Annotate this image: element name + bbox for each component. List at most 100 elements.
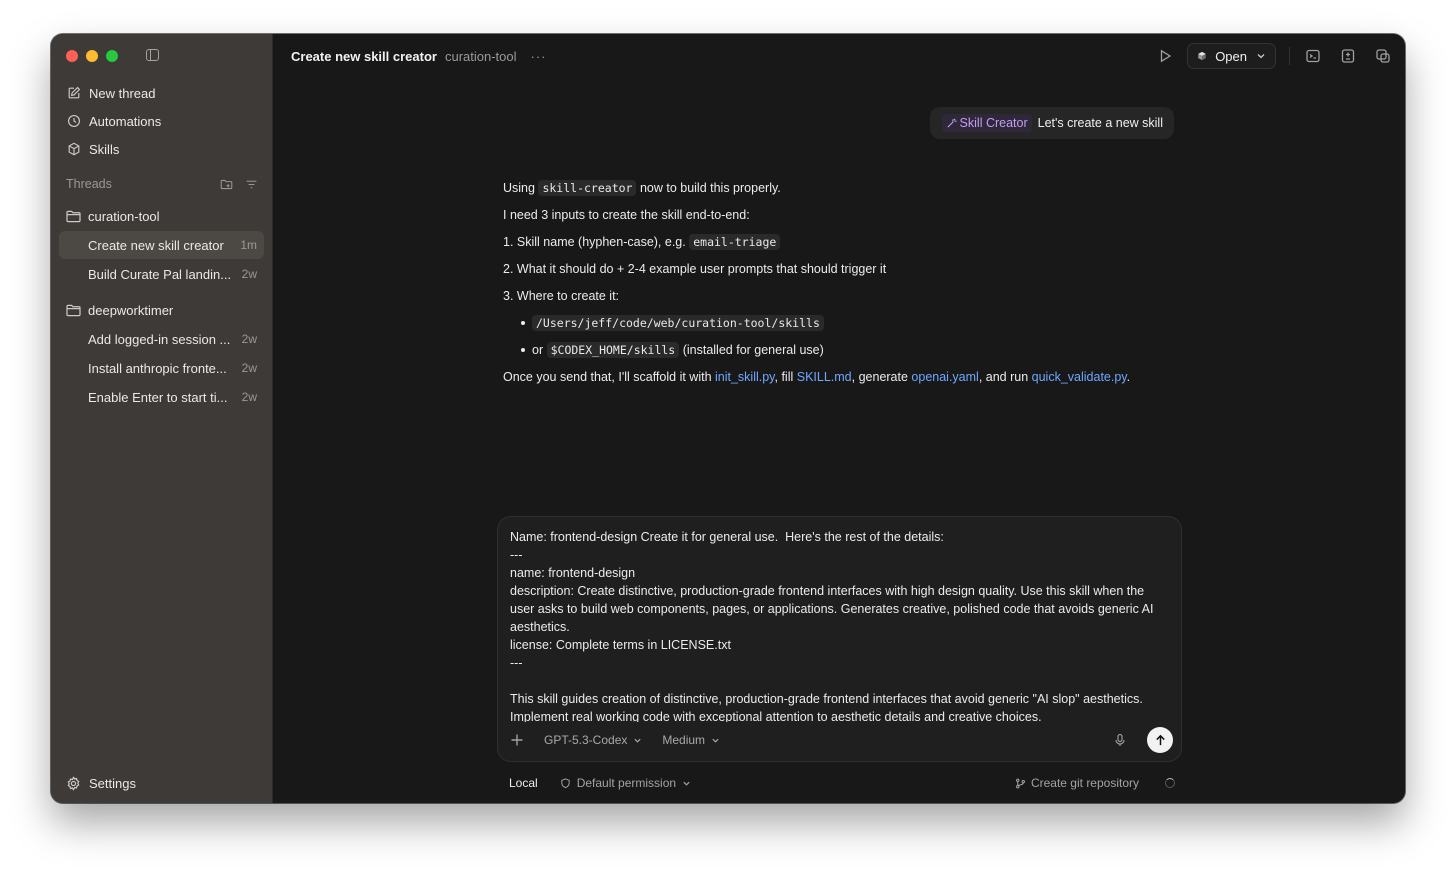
- terminal-button[interactable]: [1305, 48, 1321, 64]
- user-message-text: Let's create a new skill: [1037, 116, 1163, 130]
- effort-selector[interactable]: Medium: [662, 733, 720, 747]
- sidebar-toggle-icon[interactable]: [146, 49, 159, 61]
- new-folder-icon[interactable]: [220, 178, 233, 191]
- thread-title: Install anthropic fronte...: [88, 360, 227, 376]
- list-item: 3. Where to create it: /Users/jeff/code/…: [503, 287, 1183, 359]
- thread-title-header: Create new skill creator: [291, 48, 437, 64]
- inline-code: skill-creator: [538, 180, 637, 196]
- chevron-down-icon: [1257, 54, 1265, 59]
- user-message: Skill Creator Let's create a new skill: [929, 107, 1174, 139]
- plus-icon[interactable]: [510, 733, 524, 747]
- thread-item[interactable]: Enable Enter to start ti... 2w: [59, 383, 264, 411]
- app-window: New thread Automations Skills Threads cu…: [51, 34, 1405, 803]
- bullet-item: or $CODEX_HOME/skills (installed for gen…: [521, 341, 1183, 359]
- assistant-paragraph: I need 3 inputs to create the skill end-…: [503, 208, 750, 222]
- file-link[interactable]: SKILL.md: [797, 370, 852, 384]
- list-item: 1. Skill name (hyphen-case), e.g. email-…: [503, 233, 1183, 251]
- settings-label: Settings: [89, 776, 136, 791]
- new-thread-button[interactable]: New thread: [59, 79, 264, 107]
- app-cube-icon: [1198, 51, 1206, 61]
- filter-icon[interactable]: [245, 178, 258, 191]
- settings-button[interactable]: Settings: [66, 776, 136, 791]
- threads-heading: Threads: [66, 177, 112, 191]
- model-label: GPT-5.3-Codex: [544, 733, 628, 747]
- text-span: Using: [503, 181, 535, 195]
- toolbar-divider: [1289, 47, 1290, 65]
- file-link[interactable]: quick_validate.py: [1032, 370, 1127, 384]
- edit-icon: [68, 86, 81, 99]
- terminal-icon: [1306, 49, 1320, 63]
- copy-button[interactable]: [1375, 48, 1391, 64]
- threads-section-header: Threads: [66, 177, 258, 191]
- text-span: 1. Skill name (hyphen-case), e.g.: [503, 235, 686, 249]
- thread-title: Add logged-in session ...: [88, 331, 231, 347]
- folder-label: curation-tool: [88, 208, 160, 224]
- thread-item[interactable]: Add logged-in session ... 2w: [59, 325, 264, 353]
- text-span: , and run: [978, 370, 1029, 384]
- run-button[interactable]: [1157, 48, 1173, 64]
- location-list: /Users/jeff/code/web/curation-tool/skill…: [521, 314, 1183, 359]
- model-selector[interactable]: GPT-5.3-Codex: [544, 733, 642, 747]
- sidebar: New thread Automations Skills Threads cu…: [51, 34, 273, 803]
- more-options-button[interactable]: ···: [531, 49, 547, 64]
- close-window-button[interactable]: [66, 50, 78, 62]
- folder-deepworktimer[interactable]: deepworktimer: [59, 296, 264, 324]
- copy-icon: [1376, 49, 1390, 63]
- microphone-icon[interactable]: [1113, 733, 1127, 747]
- thread-title: Create new skill creator: [88, 237, 224, 253]
- loading-spinner-icon: [1165, 778, 1175, 788]
- wand-icon: [946, 118, 957, 128]
- new-thread-label: New thread: [89, 85, 156, 101]
- thread-tree: curation-tool Create new skill creator 1…: [59, 202, 264, 411]
- automations-button[interactable]: Automations: [59, 107, 264, 135]
- inline-code: $CODEX_HOME/skills: [546, 342, 680, 358]
- text-span: 3. Where to create it:: [503, 289, 620, 303]
- text-span: now to build this properly.: [639, 181, 781, 195]
- clock-icon: [68, 115, 80, 127]
- diff-button[interactable]: [1340, 48, 1356, 64]
- folder-icon: [66, 304, 81, 316]
- composer-toolbar: GPT-5.3-Codex Medium: [510, 727, 1173, 753]
- open-button[interactable]: Open: [1187, 43, 1276, 69]
- gear-icon: [67, 776, 80, 791]
- cube-icon: [68, 142, 80, 156]
- main-panel: Create new skill creator curation-tool ·…: [273, 34, 1405, 803]
- text-span: , fill: [774, 370, 794, 384]
- skill-chip[interactable]: Skill Creator: [941, 114, 1032, 132]
- chevron-down-icon: [634, 738, 641, 743]
- thread-item[interactable]: Build Curate Pal landin... 2w: [59, 260, 264, 288]
- file-link[interactable]: openai.yaml: [911, 370, 978, 384]
- inline-code: /Users/jeff/code/web/curation-tool/skill…: [532, 315, 824, 331]
- composer-input[interactable]: Name: frontend-design Create it for gene…: [510, 528, 1167, 722]
- minimize-window-button[interactable]: [86, 50, 98, 62]
- file-link[interactable]: init_skill.py: [715, 370, 775, 384]
- text-span: Once you send that, I'll scaffold it wit…: [503, 370, 712, 384]
- list-item: 2. What it should do + 2-4 example user …: [503, 262, 887, 276]
- chevron-down-icon: [683, 781, 690, 786]
- thread-item[interactable]: Install anthropic fronte... 2w: [59, 354, 264, 382]
- toolbar-actions: Open: [1138, 43, 1391, 69]
- top-bar: Create new skill creator curation-tool ·…: [273, 34, 1405, 78]
- local-toggle[interactable]: Local: [509, 776, 538, 790]
- text-span: (installed for general use): [682, 343, 824, 357]
- assistant-message: Using skill-creator now to build this pr…: [503, 179, 1183, 395]
- zoom-window-button[interactable]: [106, 50, 118, 62]
- thread-age: 1m: [240, 238, 257, 252]
- skills-label: Skills: [89, 141, 120, 157]
- send-button[interactable]: [1147, 727, 1173, 753]
- folder-curation-tool[interactable]: curation-tool: [59, 202, 264, 230]
- composer: Name: frontend-design Create it for gene…: [497, 516, 1182, 762]
- permission-label: Default permission: [576, 776, 677, 790]
- thread-item[interactable]: Create new skill creator 1m: [59, 231, 264, 259]
- inputs-list: 1. Skill name (hyphen-case), e.g. email-…: [503, 233, 1183, 359]
- permission-selector[interactable]: Default permission: [560, 776, 691, 790]
- project-name: curation-tool: [444, 48, 517, 64]
- skills-button[interactable]: Skills: [59, 135, 264, 163]
- bullet-item: /Users/jeff/code/web/curation-tool/skill…: [521, 314, 1183, 332]
- folder-icon: [66, 210, 81, 222]
- create-git-repo-button[interactable]: Create git repository: [1015, 776, 1139, 790]
- thread-title: Build Curate Pal landin...: [88, 266, 232, 282]
- chevron-down-icon: [712, 738, 719, 743]
- text-span: , generate: [851, 370, 908, 384]
- thread-title: Enable Enter to start ti...: [88, 389, 228, 405]
